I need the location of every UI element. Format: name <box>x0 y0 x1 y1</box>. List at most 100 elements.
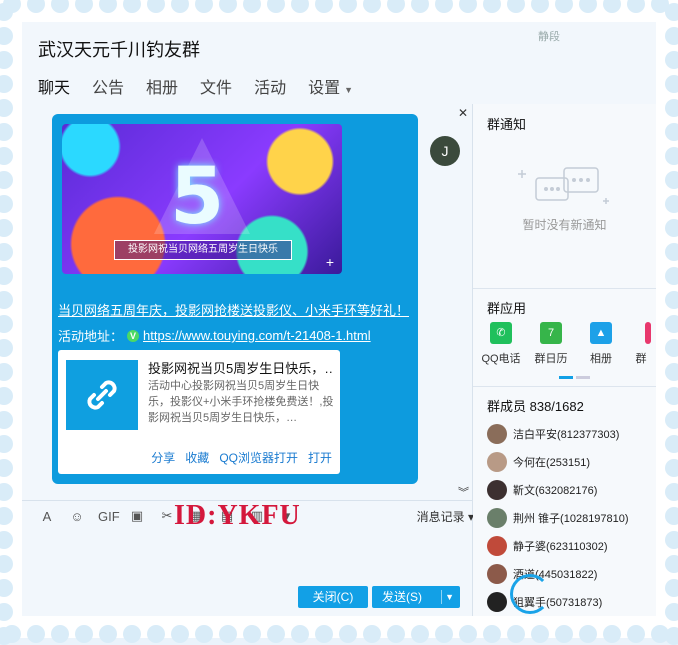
share-button[interactable]: 分享 <box>151 449 175 466</box>
perforation <box>665 123 678 141</box>
tab-settings[interactable]: 设置 ▼ <box>308 74 353 106</box>
notice-empty-text: 暂时没有新通知 <box>522 218 607 232</box>
perforation <box>483 625 501 643</box>
tab-album[interactable]: 相册 <box>146 74 178 106</box>
list-item[interactable]: 靳文(632082176) <box>487 476 629 504</box>
tab-bar: 聊天 公告 相册 文件 活动 设置 ▼ <box>38 74 353 106</box>
group-title: 武汉天元千川钓友群 <box>38 40 200 60</box>
perforation <box>665 243 678 261</box>
member-list: 洁白平安(812377303) 今何在(253151) 靳文(632082176… <box>487 420 629 616</box>
perforation <box>603 0 621 13</box>
zoom-icon[interactable]: + <box>322 254 338 270</box>
avatar <box>487 508 507 528</box>
list-item[interactable]: 今何在(253151) <box>487 448 629 476</box>
close-icon[interactable]: ✕ <box>458 106 468 120</box>
perforation <box>665 603 678 621</box>
avatar[interactable]: J <box>430 136 460 166</box>
perforation <box>411 625 429 643</box>
perforation <box>435 0 453 13</box>
sidebar-divider <box>473 288 656 289</box>
list-item[interactable]: 洁白平安(812377303) <box>487 420 629 448</box>
perforation <box>665 267 678 285</box>
calendar-badge: 7 <box>547 327 555 339</box>
perforation <box>0 531 13 549</box>
collapse-icon[interactable]: ︾ <box>458 484 469 500</box>
avatar <box>487 452 507 472</box>
perforation <box>459 0 477 13</box>
perforation <box>195 625 213 643</box>
list-item[interactable]: 狙翼手(50731873) <box>487 588 629 616</box>
perforation <box>0 243 13 261</box>
message-history-button[interactable]: 消息记录 ▾ <box>417 508 474 525</box>
tab-files[interactable]: 文件 <box>200 74 232 106</box>
perforation <box>665 459 678 477</box>
chat-area[interactable]: 5 投影网祝当贝网络五周岁生日快乐 + 当贝网络五周年庆，投影网抢楼送投影仪、小… <box>22 104 472 498</box>
perforation <box>219 0 237 13</box>
perforation <box>99 625 117 643</box>
perforation <box>579 625 597 643</box>
activity-link[interactable]: https://www.touying.com/t-21408-1.html <box>143 328 371 343</box>
perforation <box>27 625 45 643</box>
perforation <box>0 219 13 237</box>
perforation <box>75 625 93 643</box>
app-album[interactable]: ▲ 相册 <box>581 322 621 366</box>
perforation <box>363 625 381 643</box>
tab-announcement[interactable]: 公告 <box>92 74 124 106</box>
banner-image[interactable]: 5 投影网祝当贝网络五周岁生日快乐 + <box>62 124 342 274</box>
perforation <box>0 195 13 213</box>
perforation <box>665 507 678 525</box>
sidebar-divider <box>473 386 656 387</box>
perforation <box>27 0 45 13</box>
app-qq-call[interactable]: ✆ QQ电话 <box>481 322 521 366</box>
message-text[interactable]: 当贝网络五周年庆，投影网抢楼送投影仪、小米手环等好礼！ <box>58 300 409 319</box>
member-name: 今何在(253151) <box>513 457 591 469</box>
open-in-qq-browser-button[interactable]: QQ浏览器打开 <box>219 449 298 466</box>
perforation <box>387 625 405 643</box>
gif-icon[interactable]: GIF <box>98 509 120 524</box>
pager-dot[interactable] <box>576 376 590 379</box>
perforation <box>0 579 13 597</box>
pager-dot-active[interactable] <box>559 376 573 379</box>
perforation <box>579 0 597 13</box>
perforation <box>0 603 13 621</box>
perforation <box>531 625 549 643</box>
perforation <box>603 625 621 643</box>
perforation <box>0 507 13 525</box>
send-button[interactable]: 发送(S) ▼ <box>372 586 460 608</box>
member-name: 荆州 锥子(1028197810) <box>513 513 629 525</box>
close-button[interactable]: 关闭(C) <box>298 586 368 608</box>
perforation <box>0 411 13 429</box>
perforation <box>339 625 357 643</box>
perforation <box>483 0 501 13</box>
perforation <box>0 483 13 501</box>
link-preview-card[interactable]: 投影网祝当贝5周岁生日快乐，… 活动中心投影网祝当贝5周岁生日快乐，投影仪+小米… <box>58 350 340 474</box>
link-label: 活动地址： <box>58 329 124 344</box>
favorite-button[interactable]: 收藏 <box>185 449 209 466</box>
emoji-icon[interactable]: ☺ <box>68 509 86 524</box>
perforation <box>99 0 117 13</box>
list-item[interactable]: 荆州 锥子(1028197810) <box>487 504 629 532</box>
tab-events[interactable]: 活动 <box>254 74 286 106</box>
open-button[interactable]: 打开 <box>308 449 332 466</box>
perforation <box>51 0 69 13</box>
perforation <box>171 0 189 13</box>
perforation <box>171 625 189 643</box>
tab-chat[interactable]: 聊天 <box>38 74 71 106</box>
apps-pager[interactable] <box>559 376 590 379</box>
send-options-icon[interactable]: ▼ <box>445 586 454 608</box>
phone-icon: ✆ <box>490 322 512 344</box>
chevron-down-icon: ▼ <box>344 85 354 95</box>
banner-big-text: 5 <box>170 152 225 242</box>
list-item[interactable]: 酒道(445031822) <box>487 560 629 588</box>
font-icon[interactable]: A <box>38 509 56 524</box>
gift-icon[interactable]: ▣ <box>128 508 146 524</box>
perforation <box>0 267 13 285</box>
perforation <box>665 387 678 405</box>
list-item[interactable]: 静子婆(623110302) <box>487 532 629 560</box>
app-calendar[interactable]: 7 群日历 <box>531 322 571 366</box>
app-more[interactable]: 群 <box>631 322 651 366</box>
perforation <box>665 483 678 501</box>
top-right-label: 静段 <box>538 31 560 43</box>
perforation <box>267 0 285 13</box>
calendar-icon: 7 <box>540 322 562 344</box>
